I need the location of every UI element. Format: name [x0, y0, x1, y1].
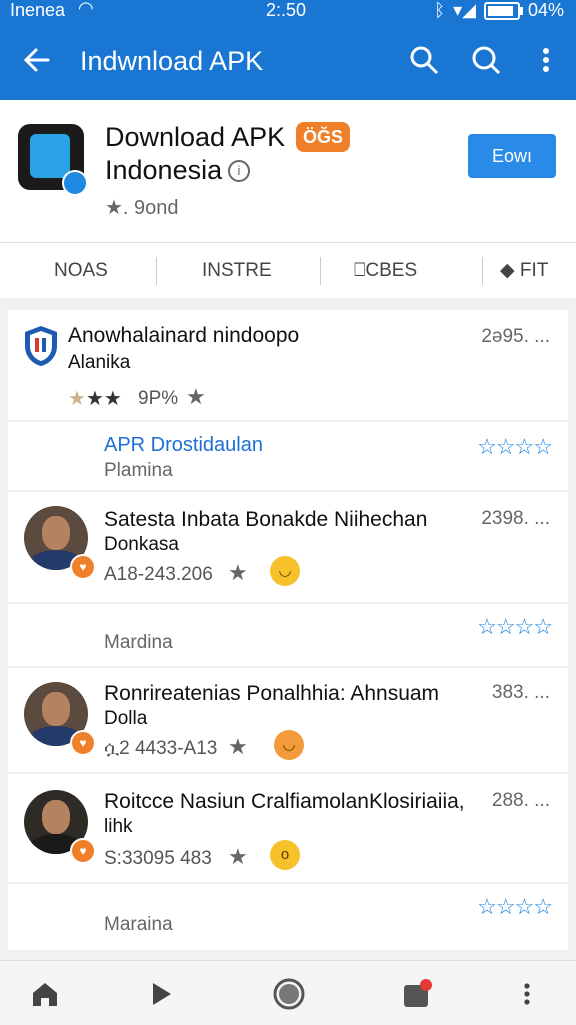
- tab-4[interactable]: ◆ FIT: [500, 243, 548, 299]
- review-subtitle: Mardina: [104, 632, 173, 653]
- rating-stars: ★★★: [68, 388, 122, 410]
- review-count: 2ə95. ...: [481, 326, 550, 347]
- notification-icon[interactable]: [402, 979, 432, 1009]
- back-arrow-icon[interactable]: [20, 42, 52, 78]
- signal-icon: ▾◢: [453, 0, 476, 20]
- review-subtitle: lihk: [104, 816, 133, 837]
- more-vert-icon[interactable]: [512, 979, 542, 1009]
- review-count: 383. ...: [491, 682, 550, 703]
- tab-2[interactable]: INSTRE: [202, 243, 272, 299]
- bluetooth-icon: ᛒ: [434, 0, 446, 20]
- list-item[interactable]: ♥ Satesta Inbata Bonakde Niihechan Donka…: [8, 492, 568, 602]
- review-subtitle: Plamina: [104, 460, 173, 481]
- verified-badge-icon: ♥: [70, 838, 96, 864]
- list-item[interactable]: Mardina ☆☆☆☆: [8, 604, 568, 666]
- developer-link[interactable]: APR Drostidaulan: [104, 434, 263, 457]
- review-subtitle: Maraina: [104, 914, 173, 935]
- app-header: Download APK ÖĞS Indonesia i ★. 9ond Eow…: [0, 100, 576, 240]
- review-list: Anowhalainard nindoopo Alanika ★★★ 9P% ★…: [0, 298, 576, 960]
- status-time: 2:.50: [266, 0, 307, 20]
- review-title: Ronrireatenias Ponalhhia: Ahnsuam: [104, 682, 440, 705]
- tab-divider: [482, 257, 483, 285]
- tab-1[interactable]: NOAS: [54, 243, 108, 299]
- review-title: Anowhalainard nindoopo: [68, 324, 300, 347]
- review-count: 2398. ...: [481, 508, 550, 529]
- list-item[interactable]: ♥ Roitcce Nasiun CralfiamolanKlosiriaiia…: [8, 774, 568, 882]
- rating-stars-blue[interactable]: ☆☆☆☆: [477, 614, 553, 640]
- rating-stars-blue[interactable]: ☆☆☆☆: [477, 894, 553, 920]
- search-icon[interactable]: [470, 44, 502, 76]
- rating-stars-blue[interactable]: ☆☆☆☆: [477, 434, 553, 460]
- review-subtitle: Dolla: [104, 708, 148, 729]
- tab-3[interactable]: ⎕CBES: [354, 243, 417, 299]
- bottom-navigation: [0, 960, 576, 1025]
- app-title: Download APK: [105, 122, 286, 152]
- list-item[interactable]: APR Drostidaulan Plamina ☆☆☆☆: [8, 422, 568, 490]
- circle-icon[interactable]: [272, 977, 306, 1011]
- review-count: 288. ...: [491, 790, 550, 811]
- verified-badge-icon: ♥: [70, 554, 96, 580]
- app-bar-title: Indwnload APK: [80, 46, 264, 76]
- review-meta: A18-243.206: [104, 564, 213, 585]
- battery-percent: 04%: [527, 0, 564, 20]
- star-icon[interactable]: ★: [186, 384, 206, 410]
- home-icon[interactable]: [30, 979, 60, 1009]
- info-icon[interactable]: i: [228, 160, 250, 182]
- kiss-emoji-icon[interactable]: ◡: [274, 730, 304, 760]
- search-icon[interactable]: [408, 44, 440, 76]
- status-bar: Inenea ◠ 2:.50 ᛒ ▾◢ 04%: [0, 0, 576, 22]
- carrier-label: Inenea: [10, 0, 66, 20]
- more-vert-icon[interactable]: [530, 44, 562, 76]
- list-item[interactable]: Anowhalainard nindoopo Alanika ★★★ 9P% ★…: [8, 310, 568, 420]
- list-item[interactable]: Maraina ☆☆☆☆: [8, 884, 568, 950]
- star-icon[interactable]: ★: [228, 734, 248, 760]
- review-subtitle: Donkasa: [104, 534, 179, 555]
- smile-emoji-icon[interactable]: ◡: [270, 556, 300, 586]
- tab-divider: [320, 257, 321, 285]
- review-meta: 9P%: [138, 388, 179, 409]
- app-rating: ★. 9ond: [105, 197, 179, 219]
- review-title: Roitcce Nasiun CralfiamolanKlosiriaiia,: [104, 790, 465, 813]
- shield-icon: [25, 326, 57, 366]
- app-bar: Inenea ◠ 2:.50 ᛒ ▾◢ 04% Indwnload APK: [0, 0, 576, 100]
- list-item[interactable]: ♥ Ronrireatenias Ponalhhia: Ahnsuam Doll…: [8, 668, 568, 772]
- tab-divider: [156, 257, 157, 285]
- battery-icon: [483, 1, 523, 20]
- review-meta: ሷ2 4433-A13: [104, 738, 218, 759]
- app-icon[interactable]: [18, 124, 88, 196]
- tag-icon: ◆: [500, 260, 515, 281]
- verified-badge-icon: [62, 170, 88, 196]
- play-icon[interactable]: [146, 979, 176, 1009]
- wifi-icon: ◠: [78, 0, 94, 18]
- tab-4-label: FIT: [519, 260, 549, 281]
- app-tag-badge: ÖĞS: [296, 122, 350, 152]
- tab-bar: NOAS INSTRE ⎕CBES ◆ FIT: [0, 242, 576, 300]
- verified-badge-icon: ♥: [70, 730, 96, 756]
- star-icon[interactable]: ★: [228, 560, 248, 586]
- install-button[interactable]: Eowı: [468, 134, 556, 178]
- phone-icon: [30, 134, 70, 178]
- review-title: Satesta Inbata Bonakde Niihechan: [104, 508, 428, 531]
- app-title-line2: Indonesia: [105, 155, 223, 185]
- star-icon[interactable]: ★: [228, 844, 248, 870]
- surprised-emoji-icon[interactable]: o: [270, 840, 300, 870]
- review-subtitle: Alanika: [68, 352, 131, 373]
- review-meta: S:33095 483: [104, 848, 212, 869]
